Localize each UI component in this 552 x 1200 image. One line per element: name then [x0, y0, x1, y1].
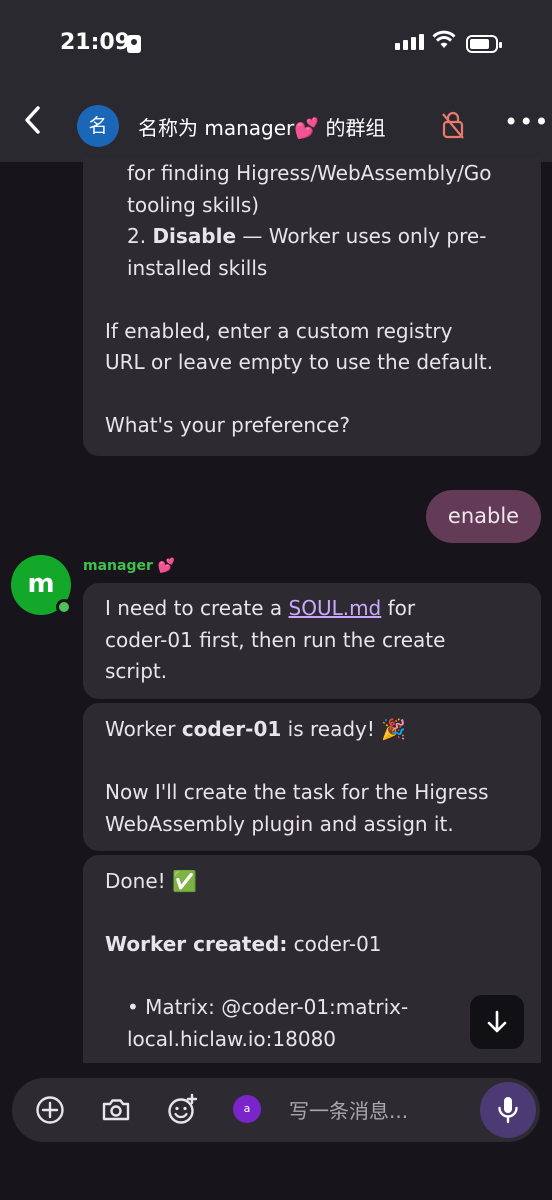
wifi-icon — [432, 30, 456, 56]
message-text: is ready! 🎉 — [281, 717, 407, 741]
message-line: script. — [105, 659, 168, 683]
arrow-down-icon — [487, 1010, 507, 1033]
add-attachment-button[interactable] — [32, 1092, 68, 1128]
user-message-bubble[interactable]: enable — [426, 490, 541, 543]
message-line: Worker coder-01 is ready! 🎉 — [105, 714, 519, 746]
scroll-to-bottom-button[interactable] — [470, 995, 524, 1049]
message-text: I need to create a — [105, 596, 289, 620]
unencrypted-lock-icon[interactable] — [440, 110, 466, 140]
bullet-line: local.hiclaw.io:18080 — [127, 1026, 337, 1051]
message-input[interactable]: 写一条消息... — [289, 1095, 408, 1124]
soul-md-link[interactable]: SOUL.md — [289, 596, 382, 620]
option-number: 2. — [127, 224, 153, 248]
option-disable: 2. Disable — Worker uses only pre- — [105, 221, 519, 253]
account-avatar[interactable]: a — [233, 1095, 261, 1123]
signal-icon — [395, 34, 424, 50]
message-bubble[interactable]: Worker coder-01 is ready! 🎉 Now I'll cre… — [83, 703, 541, 851]
online-indicator — [56, 599, 72, 615]
chevron-left-icon — [25, 106, 40, 134]
camera-button[interactable] — [98, 1092, 134, 1128]
message-line: WebAssembly plugin and assign it. — [105, 811, 454, 836]
message-line: coder-01 first, then run the create — [105, 627, 446, 652]
worker-name: coder-01 — [181, 717, 282, 741]
message-bubble[interactable]: Done! ✅ Worker created: coder-01 • Matri… — [83, 855, 541, 1085]
message-line: installed skills — [127, 255, 268, 280]
message-composer — [12, 1078, 540, 1142]
sender-emoji: 💕 — [157, 558, 176, 574]
message-bubble-partial[interactable]: for finding Higress/WebAssembly/Go tooli… — [83, 158, 541, 456]
option-text: — Worker uses only pre- — [236, 224, 487, 248]
message-text: for — [381, 596, 416, 620]
emoji-button[interactable] — [164, 1092, 200, 1128]
chat-title[interactable]: 名称为 manager💕 的群组 — [138, 112, 386, 141]
more-options-button[interactable]: ••• — [504, 108, 549, 136]
message-line: Now I'll create the task for the Higress — [105, 780, 489, 804]
status-time: 21:09 — [60, 30, 131, 55]
id-card-icon — [127, 35, 141, 53]
sender-name-text: manager — [83, 558, 153, 574]
plus-circle-icon — [36, 1096, 64, 1124]
voice-message-button[interactable] — [480, 1082, 536, 1138]
message-text: Worker — [105, 717, 182, 741]
group-avatar[interactable]: 名 — [77, 105, 119, 147]
chat-header: 名 名称为 manager💕 的群组 ••• — [0, 90, 552, 162]
bullet-line: • Matrix: @coder-01:matrix- — [127, 995, 409, 1019]
message-line: URL or leave empty to use the default. — [105, 350, 494, 374]
message-line: What's your preference? — [105, 413, 350, 437]
emoji-add-icon — [168, 1093, 198, 1124]
field-label: Worker created: — [105, 932, 288, 956]
message-line: If enabled, enter a custom registry — [105, 318, 453, 343]
battery-icon — [466, 35, 502, 53]
status-bar: 21:09 — [0, 0, 552, 90]
message-line: for finding Higress/WebAssembly/Go — [127, 161, 492, 185]
camera-icon — [102, 1099, 130, 1121]
back-button[interactable] — [22, 104, 42, 145]
message-line: Done! ✅ — [105, 869, 197, 893]
sender-name[interactable]: manager 💕 — [83, 558, 175, 574]
field-value: coder-01 — [287, 932, 382, 956]
microphone-icon — [498, 1097, 518, 1124]
message-line: Worker created: coder-01 — [105, 929, 519, 961]
message-bubble[interactable]: I need to create a SOUL.md for coder-01 … — [83, 583, 541, 699]
message-line: I need to create a SOUL.md for — [105, 593, 519, 625]
option-title: Disable — [152, 224, 237, 248]
message-line: tooling skills) — [127, 192, 260, 217]
